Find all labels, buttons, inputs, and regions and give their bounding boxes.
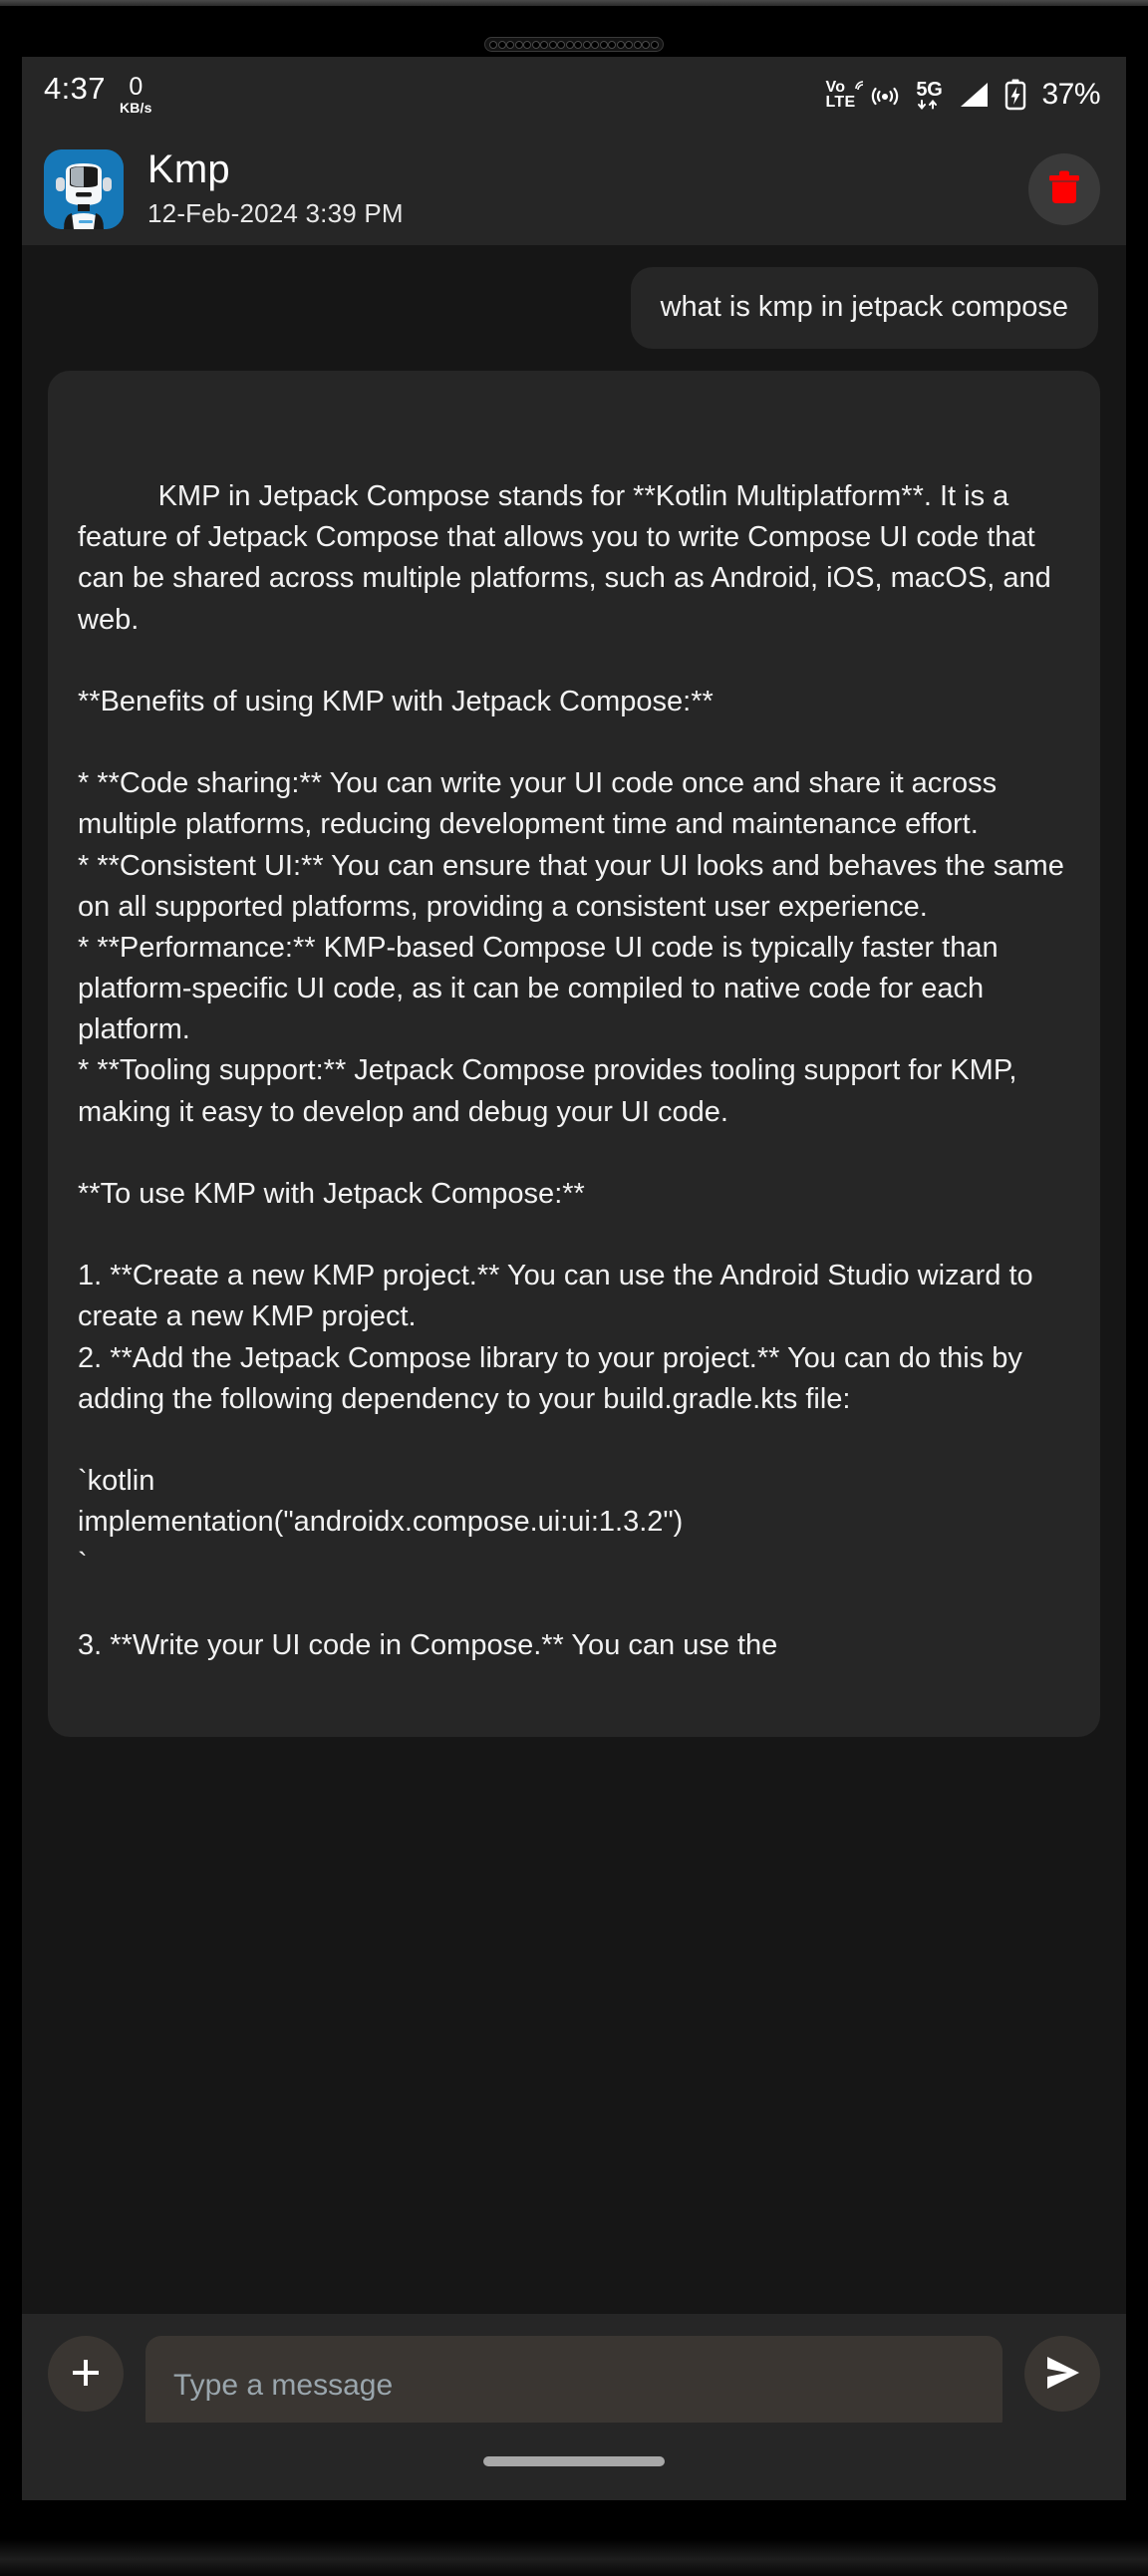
volte-icon-top-label: Vo <box>825 78 846 96</box>
5g-data-arrows-icon <box>918 99 938 110</box>
network-speed-value: 0 <box>129 73 144 101</box>
send-button[interactable] <box>1024 2336 1100 2412</box>
chat-header: Kmp 12-Feb-2024 3:39 PM <box>22 133 1126 245</box>
attach-button[interactable] <box>48 2336 124 2412</box>
top-bezel <box>0 0 1148 6</box>
status-bar-right: Vo LTE 5G 37% <box>825 78 1101 112</box>
5g-label: 5G <box>916 78 943 101</box>
delete-chat-button[interactable] <box>1028 152 1100 225</box>
robot-avatar[interactable] <box>44 148 124 229</box>
network-speed-indicator: 0 KB/s <box>119 73 152 116</box>
status-clock: 4:37 <box>44 71 106 106</box>
signal-bars-icon <box>958 81 990 109</box>
battery-percentage-label: 37% <box>1041 78 1100 111</box>
assistant-message-bubble[interactable]: KMP in Jetpack Compose stands for **Kotl… <box>40 370 1106 1738</box>
message-list[interactable]: what is kmp in jetpack compose KMP in Je… <box>22 245 1126 2314</box>
message-input[interactable] <box>145 2336 1003 2435</box>
plus-icon <box>68 2355 104 2394</box>
volte-icon: Vo LTE <box>825 78 864 111</box>
network-speed-unit: KB/s <box>119 100 152 116</box>
page-title: Kmp <box>147 147 230 191</box>
send-icon <box>1041 2354 1083 2395</box>
earpiece-speaker-grille <box>484 37 664 52</box>
volte-icon-bottom-label: LTE <box>825 94 856 111</box>
chat-header-text: Kmp 12-Feb-2024 3:39 PM <box>147 148 1028 229</box>
hotspot-icon <box>870 82 900 108</box>
battery-charging-icon <box>1004 79 1026 111</box>
phone-device-frame: 4:37 0 KB/s Vo LTE 5G 37% Kmp 12-Feb-202… <box>0 0 1148 2576</box>
volte-wave-glyph <box>855 81 864 90</box>
phone-screen: 4:37 0 KB/s Vo LTE 5G 37% Kmp 12-Feb-202… <box>22 57 1126 2500</box>
bottom-bezel-reflection <box>0 2539 1148 2576</box>
message-row-assistant: KMP in Jetpack Compose stands for **Kotl… <box>22 349 1126 1738</box>
chat-timestamp: 12-Feb-2024 3:39 PM <box>147 198 404 228</box>
assistant-message-text: KMP in Jetpack Compose stands for **Kotl… <box>78 480 1064 1661</box>
gesture-navigation-bar <box>22 2423 1126 2500</box>
5g-icon: 5G <box>915 80 943 111</box>
trash-icon <box>1047 168 1081 209</box>
home-gesture-pill[interactable] <box>483 2456 665 2466</box>
status-bar-left: 4:37 0 KB/s <box>44 71 152 119</box>
status-bar: 4:37 0 KB/s Vo LTE 5G 37% <box>22 57 1126 133</box>
user-message-bubble[interactable]: what is kmp in jetpack compose <box>630 267 1098 349</box>
message-row-user: what is kmp in jetpack compose <box>22 245 1126 349</box>
